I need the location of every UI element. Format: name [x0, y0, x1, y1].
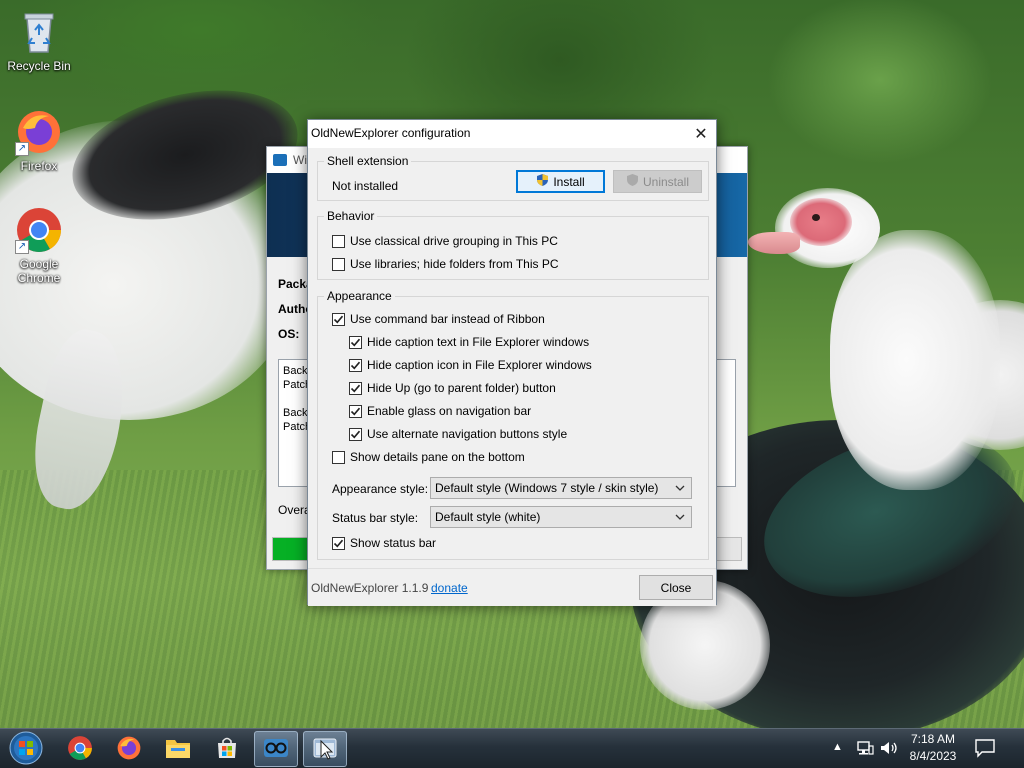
checkbox-box[interactable]: [332, 536, 345, 550]
recycle-bin-icon: [15, 8, 63, 56]
shortcut-arrow-icon: ↗: [15, 240, 29, 254]
taskbar-file-explorer[interactable]: [156, 731, 200, 767]
close-icon[interactable]: ✕: [686, 120, 716, 148]
desktop-icon-label: Google Chrome: [17, 257, 61, 285]
checkbox-hide-caption-text[interactable]: Hide caption text in File Explorer windo…: [349, 333, 589, 351]
status-bar-style-select[interactable]: Default style (white): [430, 506, 692, 528]
dialog-titlebar[interactable]: OldNewExplorer configuration ✕: [308, 120, 716, 148]
checkbox-use-libraries[interactable]: Use libraries; hide folders from This PC: [332, 255, 559, 273]
donate-link[interactable]: donate: [431, 581, 468, 595]
group-label: Behavior: [324, 209, 378, 223]
checkbox-label: Hide caption text in File Explorer windo…: [367, 335, 590, 349]
chevron-down-icon: [675, 511, 685, 525]
checkbox-label: Hide caption icon in File Explorer windo…: [367, 358, 592, 372]
explorer-window-icon: [311, 735, 339, 764]
os-label: OS:: [278, 327, 300, 341]
checkbox-box[interactable]: [349, 358, 362, 372]
app-icon: [273, 154, 287, 166]
volume-icon[interactable]: [879, 739, 899, 760]
close-button[interactable]: Close: [639, 575, 713, 600]
file-explorer-icon: [165, 736, 191, 763]
chrome-icon: [67, 735, 93, 764]
oldnewexplorer-config-dialog[interactable]: OldNewExplorer configuration ✕ Shell ext…: [307, 119, 717, 606]
store-icon: [215, 736, 239, 763]
dialog-title: OldNewExplorer configuration: [311, 126, 471, 140]
taskbar-explorer-window[interactable]: [303, 731, 347, 767]
checkbox-hide-caption-icon[interactable]: Hide caption icon in File Explorer windo…: [349, 356, 592, 374]
firefox-icon: ↗: [15, 108, 63, 156]
desktop-icon-recycle-bin[interactable]: Recycle Bin: [1, 8, 77, 73]
checkbox-label: Hide Up (go to parent folder) button: [367, 381, 556, 395]
chevron-down-icon: [675, 482, 685, 496]
close-button-label: Close: [660, 580, 692, 595]
status-bar-style-value: Default style (white): [435, 510, 541, 524]
oldnewexplorer-icon: [262, 736, 290, 763]
checkbox-box[interactable]: [332, 450, 345, 464]
show-hidden-icons-chevron-up-icon[interactable]: ▲: [832, 741, 843, 753]
uac-shield-icon: [626, 173, 639, 190]
checkbox-show-status-bar[interactable]: Show status bar: [332, 534, 436, 552]
group-label: Appearance: [324, 289, 395, 303]
desktop-icon-google-chrome[interactable]: ↗ Google Chrome: [1, 206, 77, 285]
checkbox-alternate-nav-buttons[interactable]: Use alternate navigation buttons style: [349, 425, 567, 443]
background-window-title: Wi: [293, 153, 307, 167]
appearance-style-select[interactable]: Default style (Windows 7 style / skin st…: [430, 477, 692, 499]
chrome-icon: ↗: [15, 206, 63, 254]
firefox-icon: [116, 735, 142, 764]
taskbar-store[interactable]: [205, 731, 249, 767]
desktop-icon-label: Firefox: [20, 159, 58, 173]
checkbox-box[interactable]: [332, 312, 345, 326]
checkbox-classical-drive-grouping[interactable]: Use classical drive grouping in This PC: [332, 232, 558, 250]
taskbar-firefox[interactable]: [107, 731, 151, 767]
status-bar-style-label: Status bar style:: [332, 511, 419, 525]
desktop-icon-label: Recycle Bin: [7, 59, 71, 73]
checkbox-box[interactable]: [349, 381, 362, 395]
checkbox-box[interactable]: [349, 404, 362, 418]
desktop-icon-firefox[interactable]: ↗ Firefox: [1, 108, 77, 173]
duck-neck: [830, 230, 1000, 490]
checkbox-box[interactable]: [332, 257, 345, 271]
uac-shield-icon: [536, 173, 549, 190]
overall-label: Overa: [278, 503, 311, 517]
dialog-footer: OldNewExplorer 1.1.9 donate Close: [308, 568, 716, 606]
taskbar-chrome[interactable]: [58, 731, 102, 767]
version-text: OldNewExplorer 1.1.9: [311, 581, 429, 595]
checkbox-box[interactable]: [349, 427, 362, 441]
checkbox-label: Use alternate navigation buttons style: [367, 427, 568, 441]
checkbox-label: Show details pane on the bottom: [350, 450, 525, 464]
checkbox-label: Use command bar instead of Ribbon: [350, 312, 545, 326]
shell-extension-status: Not installed: [332, 179, 399, 193]
checkbox-box[interactable]: [332, 234, 345, 248]
install-button[interactable]: Install: [516, 170, 605, 193]
checkbox-hide-up-button[interactable]: Hide Up (go to parent folder) button: [349, 379, 556, 397]
duck-bill: [748, 232, 800, 254]
checkbox-command-bar[interactable]: Use command bar instead of Ribbon: [332, 310, 545, 328]
checkbox-box[interactable]: [349, 335, 362, 349]
appearance-style-value: Default style (Windows 7 style / skin st…: [435, 481, 659, 495]
checkbox-label: Enable glass on navigation bar: [367, 404, 532, 418]
uninstall-button-label: Uninstall: [642, 174, 690, 189]
duck-eye: [812, 214, 820, 221]
install-button-label: Install: [553, 174, 585, 189]
start-orb-icon: [9, 731, 43, 768]
start-button[interactable]: [4, 731, 48, 767]
checkbox-label: Show status bar: [350, 536, 437, 550]
shortcut-arrow-icon: ↗: [15, 142, 29, 156]
network-icon[interactable]: [856, 739, 874, 760]
action-center-icon[interactable]: [974, 738, 996, 761]
taskbar: ▲ 7:18 AM 8/4/2023: [0, 728, 1024, 768]
appearance-style-label: Appearance style:: [332, 482, 429, 496]
checkbox-label: Use libraries; hide folders from This PC: [350, 257, 559, 271]
group-label: Shell extension: [324, 154, 412, 168]
checkbox-label: Use classical drive grouping in This PC: [350, 234, 558, 248]
uninstall-button[interactable]: Uninstall: [613, 170, 702, 193]
taskbar-oldnewexplorer[interactable]: [254, 731, 298, 767]
checkbox-enable-glass[interactable]: Enable glass on navigation bar: [349, 402, 531, 420]
clock-date[interactable]: 8/4/2023: [902, 749, 964, 763]
clock-time[interactable]: 7:18 AM: [902, 732, 964, 746]
checkbox-details-pane-bottom[interactable]: Show details pane on the bottom: [332, 448, 525, 466]
